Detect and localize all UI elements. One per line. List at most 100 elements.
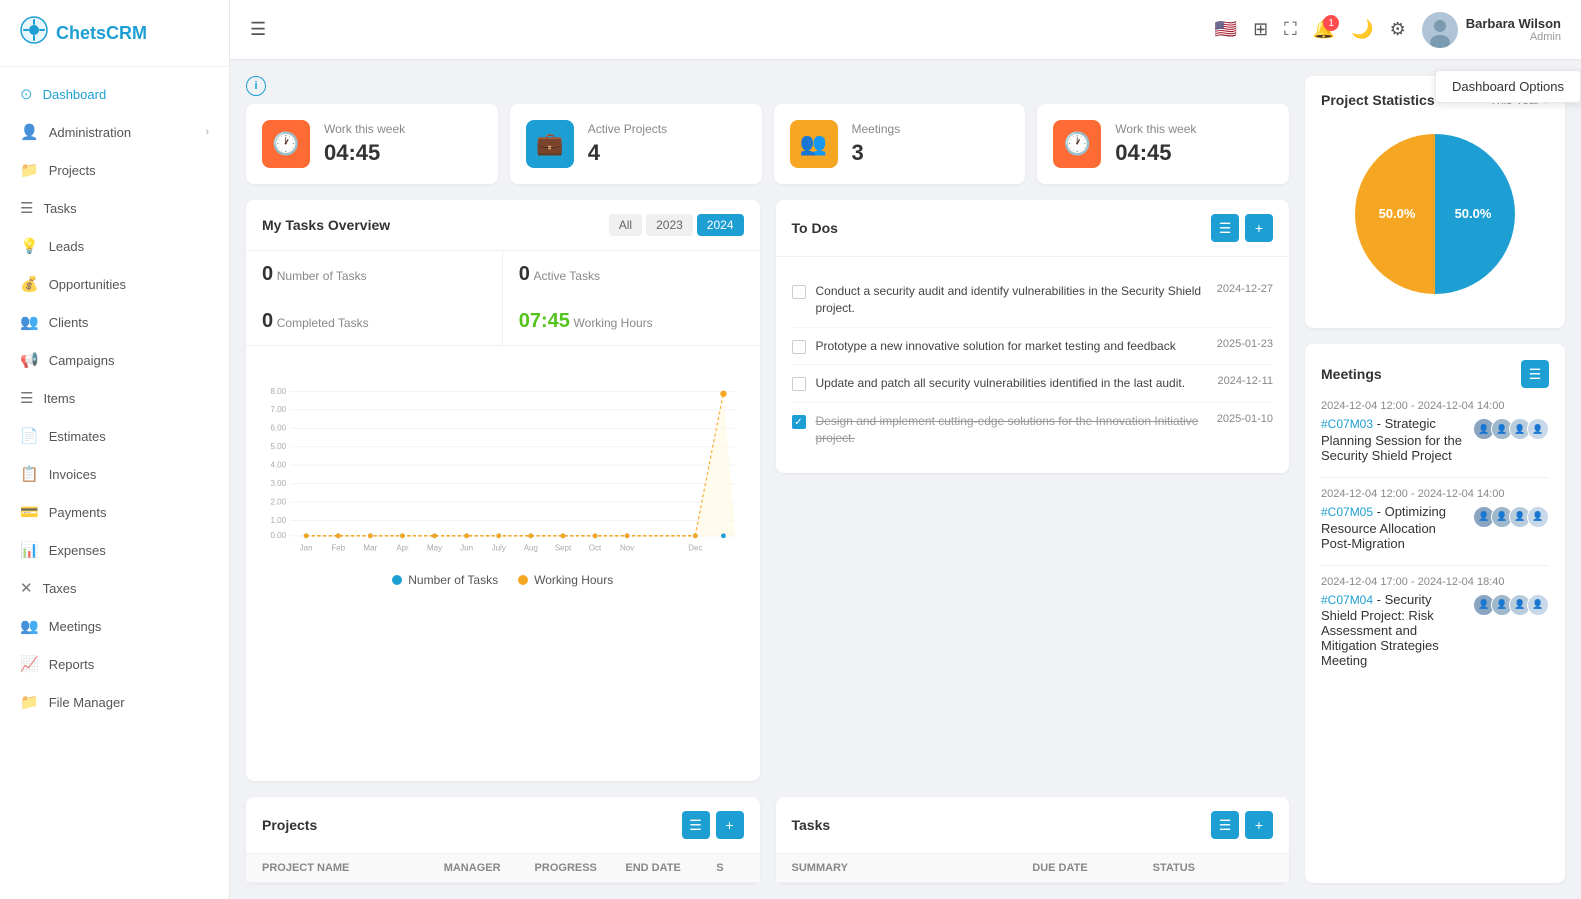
sidebar-item-tasks[interactable]: ☰ Tasks: [0, 189, 229, 227]
sidebar-item-invoices[interactable]: 📋 Invoices: [0, 455, 229, 493]
project-stats-title: Project Statistics: [1321, 92, 1435, 108]
svg-text:6.00: 6.00: [270, 424, 286, 433]
projects-card: Projects ☰ + Project Name Manager Progre…: [246, 797, 760, 883]
svg-text:Jun: Jun: [460, 543, 473, 552]
user-profile[interactable]: Barbara Wilson Admin: [1422, 12, 1561, 48]
dashboard-options-label[interactable]: Dashboard Options: [1452, 79, 1564, 94]
sidebar-item-clients[interactable]: 👥 Clients: [0, 303, 229, 341]
todos-list-button[interactable]: ☰: [1211, 214, 1239, 242]
clients-icon: 👥: [20, 313, 39, 331]
svg-text:Mar: Mar: [363, 543, 377, 552]
sidebar-item-dashboard[interactable]: ⊙ Dashboard: [0, 75, 229, 113]
svg-text:2.00: 2.00: [270, 498, 286, 507]
flag-icon[interactable]: 🇺🇸: [1215, 19, 1237, 40]
filter-tab-2024[interactable]: 2024: [697, 214, 744, 236]
todo-date: 2025-01-23: [1217, 338, 1273, 350]
apps-grid-icon[interactable]: ⊞: [1253, 19, 1268, 40]
projects-col-status: S: [716, 862, 743, 874]
tasks-col-status: Status: [1153, 862, 1273, 874]
projects-icon: 📁: [20, 161, 39, 179]
settings-icon[interactable]: ⚙: [1390, 19, 1406, 40]
svg-text:Jan: Jan: [300, 543, 313, 552]
dark-mode-icon[interactable]: 🌙: [1351, 19, 1373, 40]
sidebar-item-label: Clients: [49, 315, 89, 330]
logo[interactable]: ChetsCRM: [0, 0, 229, 67]
sidebar: ChetsCRM ⊙ Dashboard 👤 Administration › …: [0, 0, 230, 899]
svg-text:Sept: Sept: [555, 543, 572, 552]
main-area: ☰ 🇺🇸 ⊞ ⛶ 🔔 1 🌙 ⚙: [230, 0, 1581, 899]
todo-checkbox[interactable]: [792, 340, 806, 354]
meeting-title: #C07M05 - Optimizing Resource Allocation…: [1321, 504, 1465, 551]
notifications-icon[interactable]: 🔔 1: [1313, 19, 1335, 40]
legend-hours: Working Hours: [518, 573, 613, 587]
tasks-list-button[interactable]: ☰: [1211, 811, 1239, 839]
sidebar-item-items[interactable]: ☰ Items: [0, 379, 229, 417]
todo-checkbox[interactable]: [792, 377, 806, 391]
meetings-list-button[interactable]: ☰: [1521, 360, 1549, 388]
meeting-avatar: 👤: [1527, 506, 1549, 528]
meeting-link[interactable]: #C07M03: [1321, 417, 1373, 431]
projects-list-button[interactable]: ☰: [682, 811, 710, 839]
sidebar-item-campaigns[interactable]: 📢 Campaigns: [0, 341, 229, 379]
meeting-link[interactable]: #C07M05: [1321, 505, 1373, 519]
sidebar-item-taxes[interactable]: ✕ Taxes: [0, 569, 229, 607]
header: ☰ 🇺🇸 ⊞ ⛶ 🔔 1 🌙 ⚙: [230, 0, 1581, 60]
todo-item: Conduct a security audit and identify vu…: [792, 273, 1274, 328]
sidebar-item-estimates[interactable]: 📄 Estimates: [0, 417, 229, 455]
num-tasks-value: 0: [262, 263, 273, 285]
todos-add-button[interactable]: +: [1245, 214, 1273, 242]
sidebar-item-payments[interactable]: 💳 Payments: [0, 493, 229, 531]
leads-icon: 💡: [20, 237, 39, 255]
sidebar-item-meetings[interactable]: 👥 Meetings: [0, 607, 229, 645]
todos-title: To Dos: [792, 220, 838, 236]
dashboard-icon: ⊙: [20, 85, 33, 103]
sidebar-item-reports[interactable]: 📈 Reports: [0, 645, 229, 683]
meeting-avatars: 👤 👤 👤 👤: [1473, 506, 1549, 528]
stat-card-active-projects: 💼 Active Projects 4: [510, 104, 762, 184]
sidebar-item-label: Opportunities: [49, 277, 126, 292]
logo-icon: [20, 16, 48, 50]
meeting-link[interactable]: #C07M04: [1321, 593, 1373, 607]
stat-value: 04:45: [1115, 140, 1196, 166]
todos-action-buttons: ☰ +: [1211, 214, 1273, 242]
svg-text:5.00: 5.00: [270, 442, 286, 451]
stats-row: 🕐 Work this week 04:45 💼 Active Projects…: [246, 104, 1289, 184]
svg-text:0.00: 0.00: [270, 531, 286, 540]
estimates-icon: 📄: [20, 427, 39, 445]
meetings-icon: 👥: [20, 617, 39, 635]
meeting-item: 2024-12-04 12:00 - 2024-12-04 14:00 #C07…: [1321, 400, 1549, 463]
svg-text:Feb: Feb: [331, 543, 345, 552]
stat-value: 3: [852, 140, 901, 166]
todo-checkbox-checked[interactable]: ✓: [792, 415, 806, 429]
stat-label: Meetings: [852, 122, 901, 136]
fullscreen-icon[interactable]: ⛶: [1284, 19, 1297, 40]
meeting-divider: [1321, 477, 1549, 478]
info-icon[interactable]: i: [246, 76, 266, 96]
filter-tab-all[interactable]: All: [609, 214, 642, 236]
todo-checkbox[interactable]: [792, 285, 806, 299]
sidebar-item-leads[interactable]: 💡 Leads: [0, 227, 229, 265]
sidebar-item-expenses[interactable]: 📊 Expenses: [0, 531, 229, 569]
tasks-title: Tasks: [792, 817, 831, 833]
projects-add-button[interactable]: +: [716, 811, 744, 839]
tasks-add-button[interactable]: +: [1245, 811, 1273, 839]
projects-col-end-date: End Date: [625, 862, 716, 874]
tasks-stats: 0 Number of Tasks 0 Active Tasks 0 Compl…: [246, 251, 760, 346]
pie-chart-container: 50.0% 50.0%: [1321, 124, 1549, 304]
invoices-icon: 📋: [20, 465, 39, 483]
meeting-date: 2024-12-04 12:00 - 2024-12-04 14:00: [1321, 400, 1549, 412]
filter-tab-2023[interactable]: 2023: [646, 214, 693, 236]
meeting-item: 2024-12-04 17:00 - 2024-12-04 18:40 #C07…: [1321, 576, 1549, 669]
sidebar-item-label: Payments: [49, 505, 107, 520]
sidebar-item-file-manager[interactable]: 📁 File Manager: [0, 683, 229, 721]
svg-text:8.00: 8.00: [270, 387, 286, 396]
todo-item: Prototype a new innovative solution for …: [792, 328, 1274, 366]
sidebar-item-opportunities[interactable]: 💰 Opportunities: [0, 265, 229, 303]
sidebar-item-label: Reports: [49, 657, 95, 672]
dashboard-options-panel: Dashboard Options: [1435, 70, 1581, 103]
hamburger-menu-button[interactable]: ☰: [250, 19, 266, 40]
sidebar-item-projects[interactable]: 📁 Projects: [0, 151, 229, 189]
sidebar-item-administration[interactable]: 👤 Administration ›: [0, 113, 229, 151]
svg-text:Apr: Apr: [396, 543, 409, 552]
expenses-icon: 📊: [20, 541, 39, 559]
